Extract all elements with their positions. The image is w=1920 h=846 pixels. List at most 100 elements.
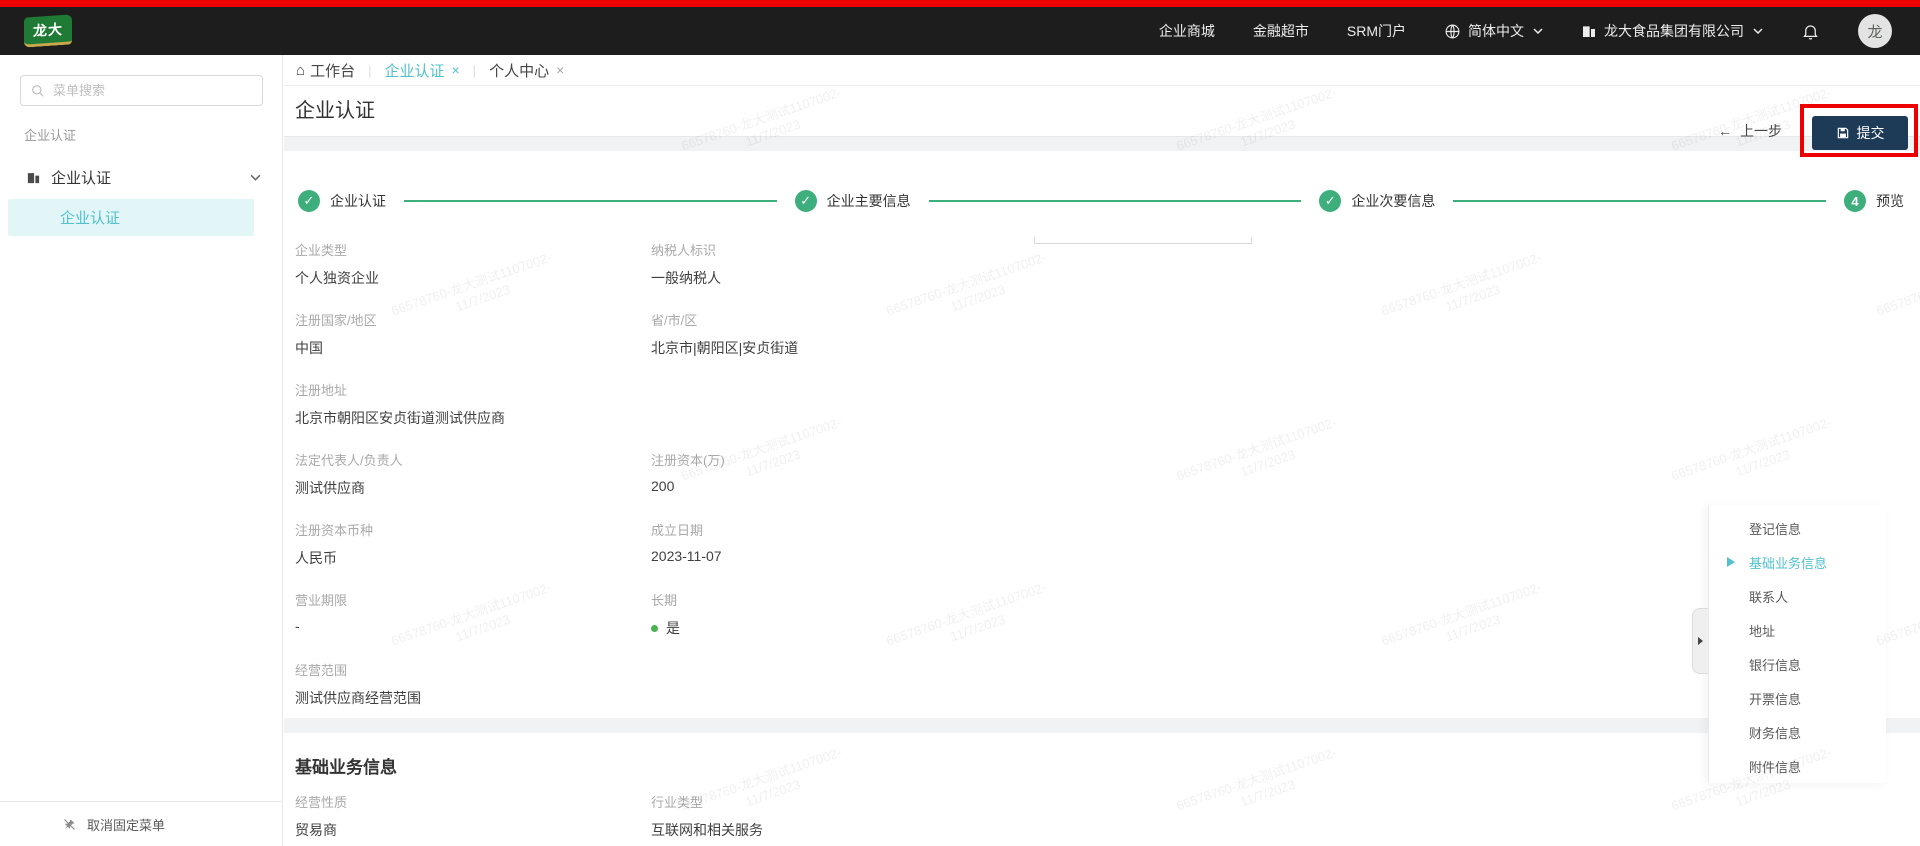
tab-close-icon[interactable]: × <box>556 62 564 78</box>
step-indicator: ✓ <box>795 190 817 212</box>
submit-button[interactable]: 提交 <box>1812 116 1908 150</box>
top-bar: 龙大 企业商城 金融超市 SRM门户 简体中文 <box>0 0 1920 55</box>
step-label: 企业次要信息 <box>1351 191 1435 211</box>
step-connector <box>404 200 777 202</box>
field-value-text: - <box>295 618 300 634</box>
nav-finance-market[interactable]: 金融超市 <box>1253 21 1309 41</box>
field-value-text: 人民币 <box>295 548 337 568</box>
anchor-nav-item[interactable]: 地址 <box>1709 613 1886 647</box>
field: 注册资本币种 人民币 <box>295 520 651 568</box>
field-label: 注册资本币种 <box>295 520 631 539</box>
anchor-panel-collapse-handle[interactable] <box>1692 608 1708 674</box>
step-label: 企业主要信息 <box>827 191 911 211</box>
tab[interactable]: ⌂ 工作台 <box>296 60 355 81</box>
field-value-text: 测试供应商经营范围 <box>295 688 421 708</box>
field-value: 一般纳税人 <box>651 268 1900 288</box>
anchor-nav-item[interactable]: 附件信息 <box>1709 749 1886 783</box>
stepper-step: ✓ 企业认证 <box>298 190 386 212</box>
step-label: 预览 <box>1876 191 1904 211</box>
anchor-nav-item[interactable]: 财务信息 <box>1709 715 1886 749</box>
field-value-text: 中国 <box>295 338 323 358</box>
anchor-nav-label: 联系人 <box>1749 587 1788 606</box>
tab[interactable]: 个人中心 × <box>489 60 564 81</box>
field-row: 经营性质 贸易商 行业类型 互联网和相关服务 <box>295 792 1920 840</box>
step-indicator: 4 <box>1844 190 1866 212</box>
field-label: 经营范围 <box>295 660 631 679</box>
field-value-text: 200 <box>651 478 674 494</box>
stepper-step: 4 预览 <box>1844 190 1904 212</box>
previous-step-label: 上一步 <box>1740 121 1782 141</box>
sidebar-subitem-enterprise-auth[interactable]: 企业认证 <box>8 199 254 236</box>
field-value: 贸易商 <box>295 820 631 840</box>
field: 注册地址 北京市朝阳区安贞街道测试供应商 <box>295 380 651 428</box>
field-row: 注册国家/地区 中国 省/市/区 北京市|朝阳区|安贞街道 <box>295 310 1920 358</box>
tab-label: 工作台 <box>310 60 355 81</box>
field: 经营性质 贸易商 <box>295 792 651 840</box>
field: 注册资本(万) 200 <box>651 450 1920 498</box>
stepper-step: ✓ 企业主要信息 <box>795 190 911 212</box>
field-value: - <box>295 618 631 634</box>
tab-label: 个人中心 <box>489 60 549 81</box>
field: 行业类型 互联网和相关服务 <box>651 792 1920 840</box>
menu-search-input[interactable] <box>53 83 252 98</box>
nav-srm-portal[interactable]: SRM门户 <box>1347 21 1406 41</box>
left-arrow-icon: ← <box>1718 123 1732 139</box>
page-header: 企业认证 <box>284 86 1920 137</box>
step-indicator: ✓ <box>298 190 320 212</box>
page-title: 企业认证 <box>295 86 375 137</box>
anchor-nav-item[interactable]: 登记信息 <box>1709 511 1886 545</box>
language-switcher[interactable]: 简体中文 <box>1444 21 1543 41</box>
field-value: 北京市朝阳区安贞街道测试供应商 <box>295 408 631 428</box>
building-icon <box>1581 23 1597 39</box>
brand-logo[interactable]: 龙大 <box>24 14 72 47</box>
company-switcher[interactable]: 龙大食品集团有限公司 <box>1581 21 1763 41</box>
collapse-arrow-icon <box>1698 637 1703 645</box>
wizard-stepper: ✓ 企业认证 ✓ 企业主要信息 ✓ 企业次要信息 4 预览 <box>284 151 1920 223</box>
brand-logo-text: 龙大 <box>33 18 63 40</box>
unpin-menu-button[interactable]: 取消固定菜单 <box>0 801 283 846</box>
globe-icon <box>1444 23 1461 40</box>
tab-separator: | <box>368 63 371 78</box>
user-avatar[interactable]: 龙 <box>1858 14 1892 48</box>
field-value: 人民币 <box>295 548 631 568</box>
tab-bar: ⌂ 工作台 | 企业认证 × | 个人中心 × <box>284 55 1920 86</box>
previous-step-button[interactable]: ← 上一步 <box>1718 121 1782 141</box>
anchor-nav-label: 基础业务信息 <box>1749 553 1827 572</box>
anchor-nav-item[interactable]: 联系人 <box>1709 579 1886 613</box>
building-icon <box>26 170 41 185</box>
bell-icon <box>1801 22 1820 41</box>
notifications-button[interactable] <box>1801 22 1820 41</box>
active-arrow-icon <box>1727 557 1735 567</box>
field: 省/市/区 北京市|朝阳区|安贞街道 <box>651 310 1920 358</box>
anchor-nav-item[interactable]: 基础业务信息 <box>1709 545 1886 579</box>
field-value: 测试供应商 <box>295 478 631 498</box>
field-row: 法定代表人/负责人 测试供应商 注册资本(万) 200 <box>295 450 1920 498</box>
sidebar-item-enterprise-auth[interactable]: 企业认证 <box>0 160 283 194</box>
anchor-nav-label: 银行信息 <box>1749 655 1801 674</box>
tab-close-icon[interactable]: × <box>451 62 459 78</box>
field-value-text: 北京市|朝阳区|安贞街道 <box>651 338 798 358</box>
anchor-nav-item[interactable]: 银行信息 <box>1709 647 1886 681</box>
menu-search-box <box>20 75 263 106</box>
chevron-down-icon <box>1753 28 1763 34</box>
field: 纳税人标识 一般纳税人 <box>651 240 1920 288</box>
anchor-nav-item[interactable]: 开票信息 <box>1709 681 1886 715</box>
field-label: 法定代表人/负责人 <box>295 450 631 469</box>
app: 龙大 企业商城 金融超市 SRM门户 简体中文 <box>0 0 1920 846</box>
field-label: 纳税人标识 <box>651 240 1900 259</box>
field-row: 注册资本币种 人民币 成立日期 2023-11-07 <box>295 520 1920 568</box>
field-row: 注册地址 北京市朝阳区安贞街道测试供应商 <box>295 380 1920 428</box>
field-value: 测试供应商经营范围 <box>295 688 631 708</box>
tab[interactable]: 企业认证 × <box>384 60 459 81</box>
field-value: 个人独资企业 <box>295 268 631 288</box>
sidebar-group-label: 企业认证 <box>24 125 76 144</box>
language-label: 简体中文 <box>1468 21 1524 41</box>
field-value-text: 贸易商 <box>295 820 337 840</box>
field-label: 行业类型 <box>651 792 1900 811</box>
stepper-step: ✓ 企业次要信息 <box>1319 190 1435 212</box>
nav-enterprise-mall[interactable]: 企业商城 <box>1159 21 1215 41</box>
field: 经营范围 测试供应商经营范围 <box>295 660 651 708</box>
field-row: 营业期限 - 长期 是 <box>295 590 1920 638</box>
field-label: 注册国家/地区 <box>295 310 631 329</box>
field-value: 200 <box>651 478 1900 494</box>
